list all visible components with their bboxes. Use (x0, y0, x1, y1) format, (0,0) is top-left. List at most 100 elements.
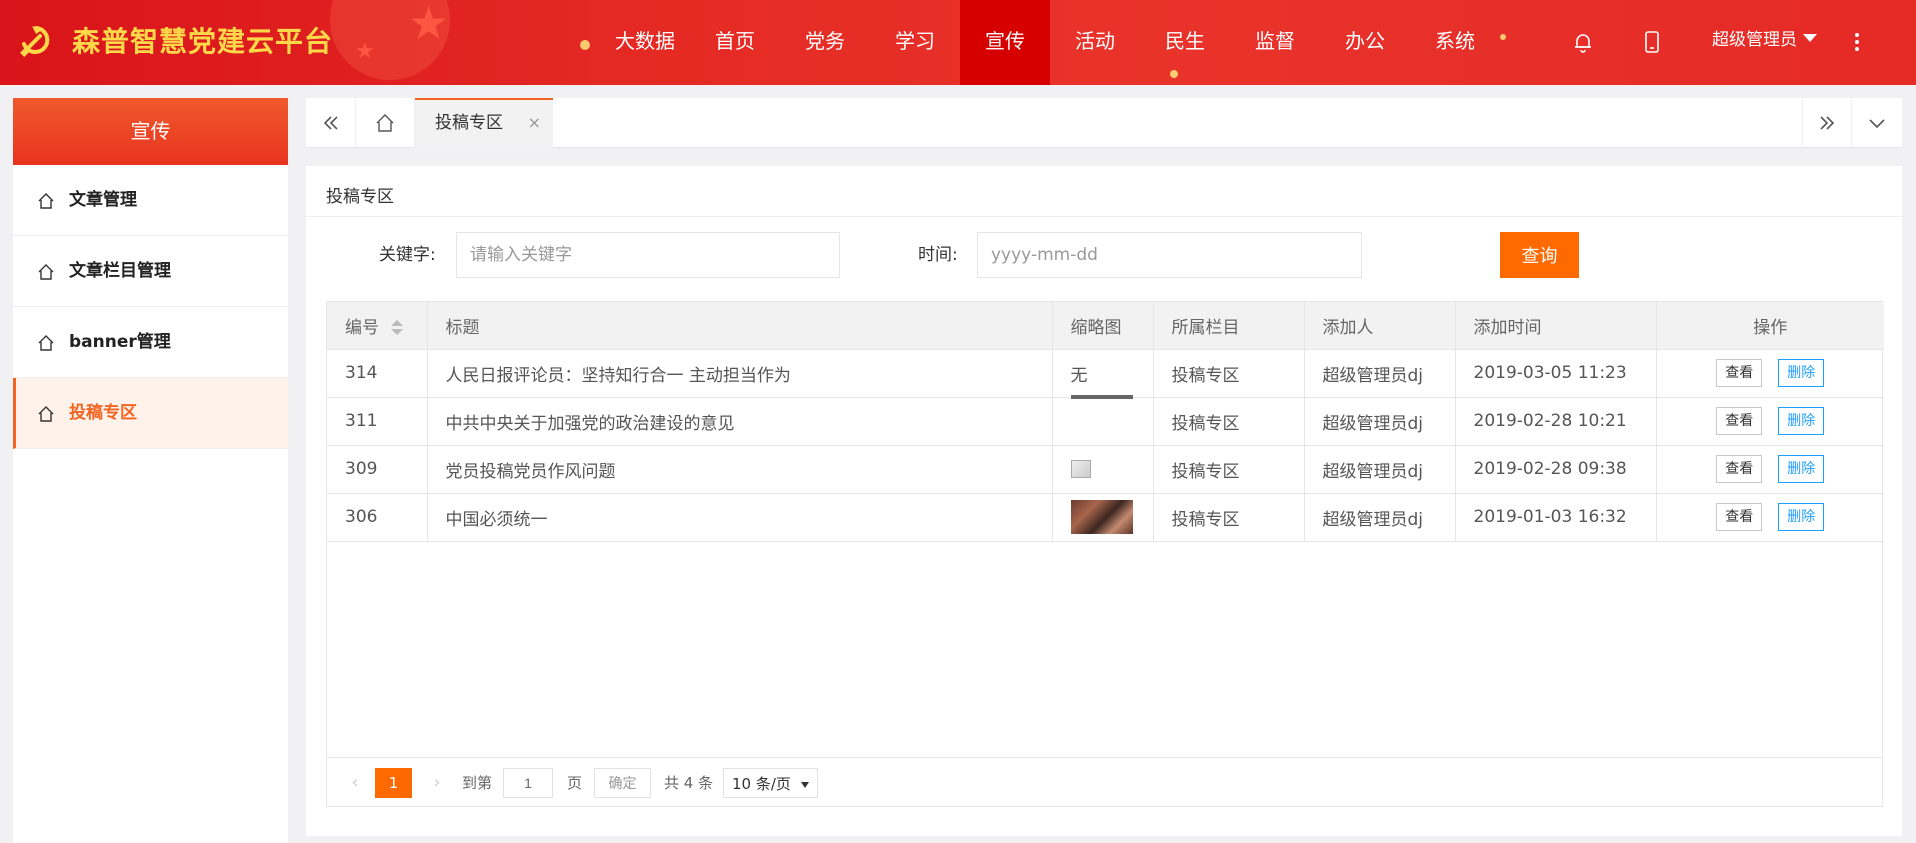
view-button[interactable]: 查看 (1716, 359, 1763, 387)
user-name: 超级管理员 (1712, 30, 1797, 50)
table-row: 311 中共中央关于加强党的政治建设的意见 投稿专区 超级管理员dj 2019-… (327, 395, 1884, 446)
nav-item-home[interactable]: 首页 (690, 0, 780, 85)
caret-down-icon (801, 782, 809, 788)
view-button[interactable]: 查看 (1716, 455, 1763, 483)
goto-page-input[interactable] (503, 768, 553, 798)
home-icon (38, 406, 54, 422)
brand-title: 森普智慧党建云平台 (72, 25, 334, 58)
nav-item-system[interactable]: 系统 (1410, 0, 1500, 85)
top-header: ★ ★ 森普智慧党建云平台 大数据 首页 党务 学习 宣传 活动 民生 监督 办… (0, 0, 1916, 85)
nav-item-supervision[interactable]: 监督 (1230, 0, 1320, 85)
header-decoration (580, 40, 590, 50)
cell-title: 党员投稿党员作风问题 (427, 445, 1053, 494)
close-icon[interactable]: × (528, 100, 541, 146)
column-header-thumbnail: 缩略图 (1052, 302, 1154, 350)
nav-item-activity[interactable]: 活动 (1050, 0, 1140, 85)
column-header-actions: 操作 (1656, 302, 1884, 350)
column-header-column: 所属栏目 (1153, 302, 1305, 350)
table-row: 314 人民日报评论员：坚持知行合一 主动担当作为 无 投稿专区 超级管理员dj… (327, 349, 1884, 398)
sidebar-item-article-management[interactable]: 文章管理 (13, 165, 288, 236)
goto-label: 到第 (462, 774, 493, 792)
time-label: 时间: (918, 245, 958, 265)
cell-column: 投稿专区 (1153, 397, 1305, 446)
home-icon (38, 193, 54, 209)
cell-thumbnail: 无 (1052, 349, 1154, 398)
nav-item-publicity[interactable]: 宣传 (960, 0, 1050, 85)
party-emblem-icon (20, 26, 50, 57)
nav-item-office[interactable]: 办公 (1320, 0, 1410, 85)
cell-id: 311 (327, 397, 428, 446)
view-button[interactable]: 查看 (1716, 407, 1763, 435)
submissions-table: 编号 标题 缩略图 所属栏目 添加人 添加时间 操作 314 人民日报评论员：坚… (326, 301, 1884, 807)
page-size-value: 10 条/页 (732, 775, 791, 793)
mobile-icon[interactable] (1640, 30, 1664, 54)
sidebar-item-banner-management[interactable]: banner管理 (13, 307, 288, 378)
cell-title: 中共中央关于加强党的政治建设的意见 (427, 397, 1053, 446)
cell-title: 中国必须统一 (427, 493, 1053, 542)
bell-icon[interactable] (1571, 30, 1595, 54)
tab-scroll-left-button[interactable] (306, 98, 356, 148)
cell-column: 投稿专区 (1153, 493, 1305, 542)
nav-item-party-affairs[interactable]: 党务 (780, 0, 870, 85)
tab-scroll-right-button[interactable] (1802, 98, 1852, 148)
table-row: 306 中国必须统一 投稿专区 超级管理员dj 2019-01-03 16:32… (327, 493, 1884, 542)
column-header-time: 添加时间 (1455, 302, 1657, 350)
page-size-select[interactable]: 10 条/页 (723, 768, 818, 798)
thumbnail-image (1070, 395, 1133, 399)
page-title: 投稿专区 (326, 187, 394, 207)
star-icon: ★ (408, 0, 450, 49)
broken-image-icon (1070, 460, 1091, 478)
cell-thumbnail (1052, 395, 1154, 446)
star-icon: ★ (355, 38, 375, 63)
date-input[interactable] (977, 232, 1362, 278)
sidebar-item-label: 文章栏目管理 (69, 261, 171, 281)
pagination: ‹ 1 › 到第 页 确定 共 4 条 10 条/页 (327, 757, 1882, 807)
user-menu[interactable]: 超级管理员 (1712, 28, 1817, 52)
nav-item-bigdata[interactable]: 大数据 (600, 0, 690, 85)
sidebar-item-article-column-management[interactable]: 文章栏目管理 (13, 236, 288, 307)
page-current[interactable]: 1 (375, 768, 412, 798)
chevron-down-icon (1869, 119, 1885, 129)
home-icon (376, 114, 394, 132)
sort-icon[interactable] (391, 320, 403, 336)
cell-author: 超级管理员dj (1304, 397, 1456, 446)
delete-button[interactable]: 删除 (1778, 359, 1825, 387)
table-header-row: 编号 标题 缩略图 所属栏目 添加人 添加时间 操作 (327, 302, 1884, 350)
cell-id: 314 (327, 349, 428, 398)
nav-item-livelihood[interactable]: 民生 (1140, 0, 1230, 85)
cell-author: 超级管理员dj (1304, 445, 1456, 494)
cell-id: 306 (327, 493, 428, 542)
header-decoration (1500, 34, 1506, 40)
more-vertical-icon[interactable] (1852, 30, 1862, 54)
sidebar: 宣传 文章管理 文章栏目管理 banner管理 投稿专区 (13, 98, 288, 843)
total-count: 共 4 条 (664, 774, 714, 792)
sidebar-item-label: 投稿专区 (69, 403, 137, 423)
sidebar-item-label: 文章管理 (69, 190, 137, 210)
cell-id: 309 (327, 445, 428, 494)
cell-title: 人民日报评论员：坚持知行合一 主动担当作为 (427, 349, 1053, 398)
main-panel: 投稿专区 关键字: 时间: 查询 编号 标题 缩略图 所属栏目 添加人 添加时间… (306, 166, 1902, 836)
home-icon (38, 264, 54, 280)
query-button[interactable]: 查询 (1500, 232, 1579, 278)
column-header-id[interactable]: 编号 (327, 302, 428, 350)
nav-item-study[interactable]: 学习 (870, 0, 960, 85)
cell-author: 超级管理员dj (1304, 349, 1456, 398)
goto-confirm-button[interactable]: 确定 (594, 768, 651, 798)
delete-button[interactable]: 删除 (1778, 407, 1825, 435)
keyword-input[interactable] (456, 232, 840, 278)
cell-actions: 查看 删除 (1656, 349, 1884, 398)
cell-actions: 查看 删除 (1656, 397, 1884, 446)
delete-button[interactable]: 删除 (1778, 455, 1825, 483)
tab-label: 投稿专区 (435, 113, 503, 133)
sidebar-item-submission-zone[interactable]: 投稿专区 (13, 378, 288, 449)
tab-submission-zone[interactable]: 投稿专区 × (415, 98, 553, 148)
divider (306, 216, 1902, 217)
tab-bar: 投稿专区 × (306, 98, 1902, 148)
caret-down-icon (1803, 34, 1817, 42)
tab-home-button[interactable] (356, 98, 415, 148)
delete-button[interactable]: 删除 (1778, 503, 1825, 531)
prev-page-icon[interactable]: ‹ (345, 768, 365, 798)
tab-options-button[interactable] (1852, 98, 1902, 148)
view-button[interactable]: 查看 (1716, 503, 1763, 531)
next-page-icon[interactable]: › (427, 768, 447, 798)
